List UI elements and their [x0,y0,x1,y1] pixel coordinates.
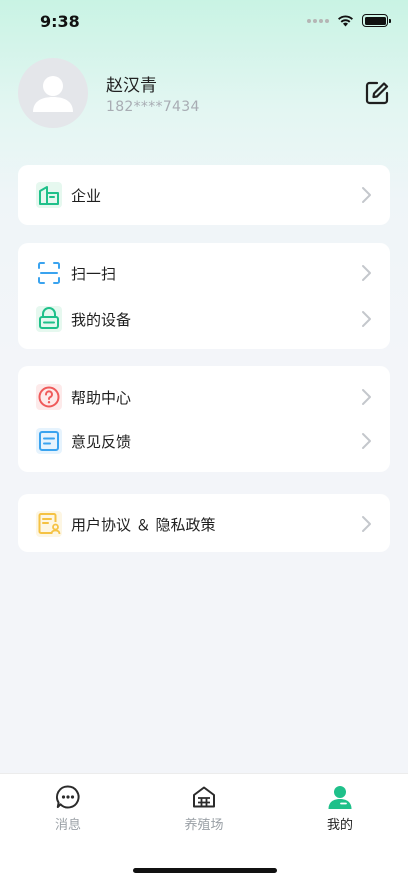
status-bar: 9:38 [0,0,408,44]
bottom-tab-bar: 消息 养殖场 我的 [0,773,408,883]
agreement-document-icon [36,511,62,537]
farm-house-icon [193,786,215,808]
menu-item-scan[interactable]: 扫一扫 [18,251,390,295]
menu-label-help-center: 帮助中心 [71,388,132,407]
tab-label-messages: 消息 [54,818,81,833]
enterprise-card: 企业 [18,165,390,225]
avatar[interactable] [18,58,88,128]
edit-profile-icon[interactable] [364,80,390,106]
chevron-right-icon [362,389,371,405]
agreement-card: 用户协议 ＆ 隐私政策 [18,494,390,552]
battery-icon [362,14,391,27]
chevron-right-icon [362,265,371,281]
chevron-right-icon [362,516,371,532]
chat-bubble-icon [56,785,80,809]
chevron-right-icon [362,311,371,327]
device-card: 扫一扫 我的设备 [18,243,390,349]
enterprise-building-icon [36,182,62,208]
tab-label-mine: 我的 [326,818,353,833]
tab-mine[interactable]: 我的 [295,784,385,836]
menu-label-agreement: 用户协议 ＆ 隐私政策 [71,515,216,534]
chevron-right-icon [362,433,371,449]
status-icons [307,14,391,27]
profile-header: 赵汉青 182****7434 [18,58,390,130]
menu-item-help-center[interactable]: 帮助中心 [18,375,390,419]
menu-label-my-devices: 我的设备 [71,310,132,329]
help-question-icon [36,384,62,410]
cellular-signal-icon [307,18,329,23]
user-name: 赵汉青 [106,76,157,96]
menu-item-enterprise[interactable]: 企业 [18,173,390,217]
menu-label-scan: 扫一扫 [71,264,117,283]
tab-label-farm: 养殖场 [184,818,224,833]
menu-item-feedback[interactable]: 意见反馈 [18,419,390,463]
menu-label-feedback: 意见反馈 [71,432,132,451]
menu-label-enterprise: 企业 [71,186,102,205]
tab-messages[interactable]: 消息 [23,784,113,836]
menu-item-my-devices[interactable]: 我的设备 [18,297,390,341]
feedback-note-icon [36,428,62,454]
menu-item-agreement[interactable]: 用户协议 ＆ 隐私政策 [18,502,390,546]
chevron-right-icon [362,187,371,203]
support-card: 帮助中心 意见反馈 [18,366,390,472]
home-indicator [133,868,277,873]
user-phone: 182****7434 [106,99,200,115]
default-avatar-icon [33,76,73,112]
scan-icon [38,262,60,284]
status-time: 9:38 [40,12,80,31]
device-lock-icon [36,306,62,332]
person-icon [328,786,352,809]
wifi-icon [338,15,353,27]
tab-farm[interactable]: 养殖场 [159,784,249,836]
